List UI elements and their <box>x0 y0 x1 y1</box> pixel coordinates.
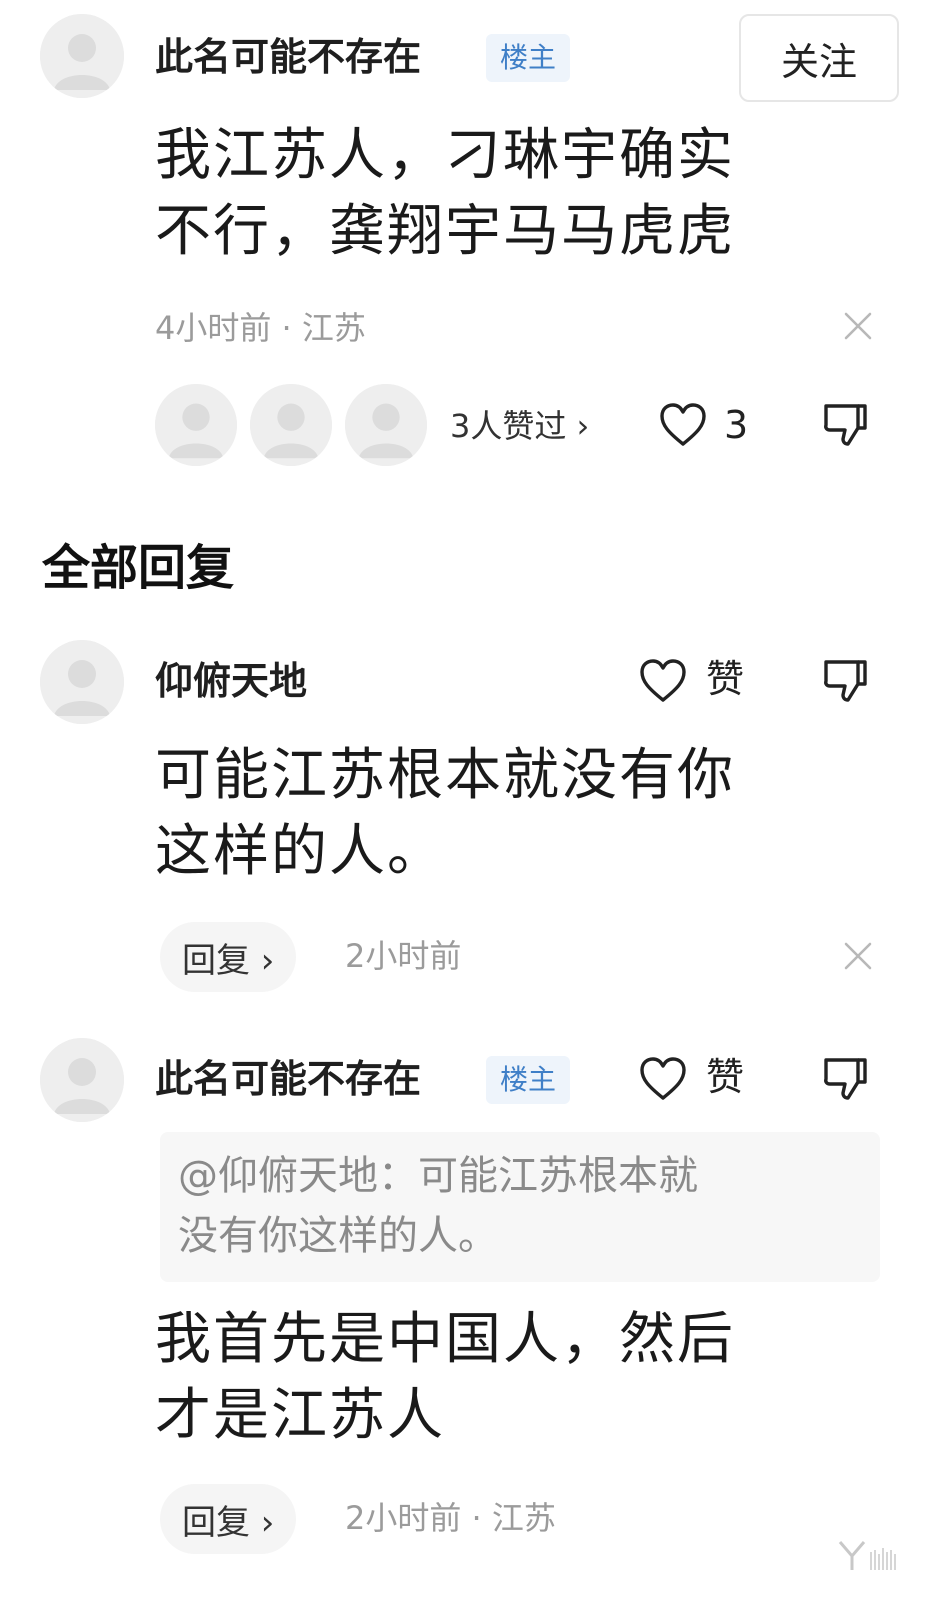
like-label[interactable]: 赞 <box>706 660 744 698</box>
heart-outline-icon[interactable] <box>658 400 708 450</box>
like-label[interactable]: 赞 <box>706 1058 744 1096</box>
thumbs-down-outline-icon[interactable] <box>820 656 870 706</box>
liker-avatar[interactable] <box>345 384 427 466</box>
like-count: 3 <box>724 403 749 447</box>
default-avatar-icon <box>40 1038 124 1122</box>
follow-button[interactable]: 关注 <box>739 14 899 102</box>
default-avatar-icon <box>155 384 237 466</box>
reply-meta: 2小时前 <box>345 937 462 975</box>
reply-text: 我首先是中国人，然后 才是江苏人 <box>155 1307 735 1448</box>
heart-outline-icon[interactable] <box>638 1054 688 1104</box>
thumbs-down-outline-icon[interactable] <box>820 1054 870 1104</box>
all-replies-heading: 全部回复 <box>42 540 235 596</box>
reply-meta: 2小时前 · 江苏 <box>345 1499 556 1537</box>
avatar[interactable] <box>40 640 124 724</box>
reply-text: 可能江苏根本就没有你 这样的人。 <box>155 743 735 884</box>
watermark-mark <box>820 1538 900 1572</box>
avatar[interactable] <box>40 1038 124 1122</box>
reply-button[interactable]: 回复 › <box>160 922 297 992</box>
username[interactable]: 此名可能不存在 <box>155 38 421 76</box>
default-avatar-icon <box>40 640 124 724</box>
op-badge: 楼主 <box>486 34 571 82</box>
default-avatar-icon <box>345 384 427 466</box>
heart-outline-icon[interactable] <box>638 656 688 706</box>
quoted-reply: @仰俯天地：可能江苏根本就 没有你这样的人。 <box>160 1132 880 1282</box>
default-avatar-icon <box>40 14 124 98</box>
username[interactable]: 仰俯天地 <box>155 662 307 700</box>
comment-text: 我江苏人，刁琳宇确实 不行，龚翔宇马马虎虎 <box>155 123 735 264</box>
op-badge: 楼主 <box>486 1056 571 1104</box>
default-avatar-icon <box>250 384 332 466</box>
close-icon[interactable] <box>842 940 874 972</box>
comment-meta: 4小时前 · 江苏 <box>155 309 366 347</box>
thumbs-down-outline-icon[interactable] <box>820 400 870 450</box>
liker-avatar[interactable] <box>155 384 237 466</box>
username[interactable]: 此名可能不存在 <box>155 1060 421 1098</box>
likers-link[interactable]: 3人赞过 › <box>450 410 589 442</box>
liker-avatar[interactable] <box>250 384 332 466</box>
reply-button[interactable]: 回复 › <box>160 1484 297 1554</box>
close-icon[interactable] <box>842 310 874 342</box>
avatar[interactable] <box>40 14 124 98</box>
